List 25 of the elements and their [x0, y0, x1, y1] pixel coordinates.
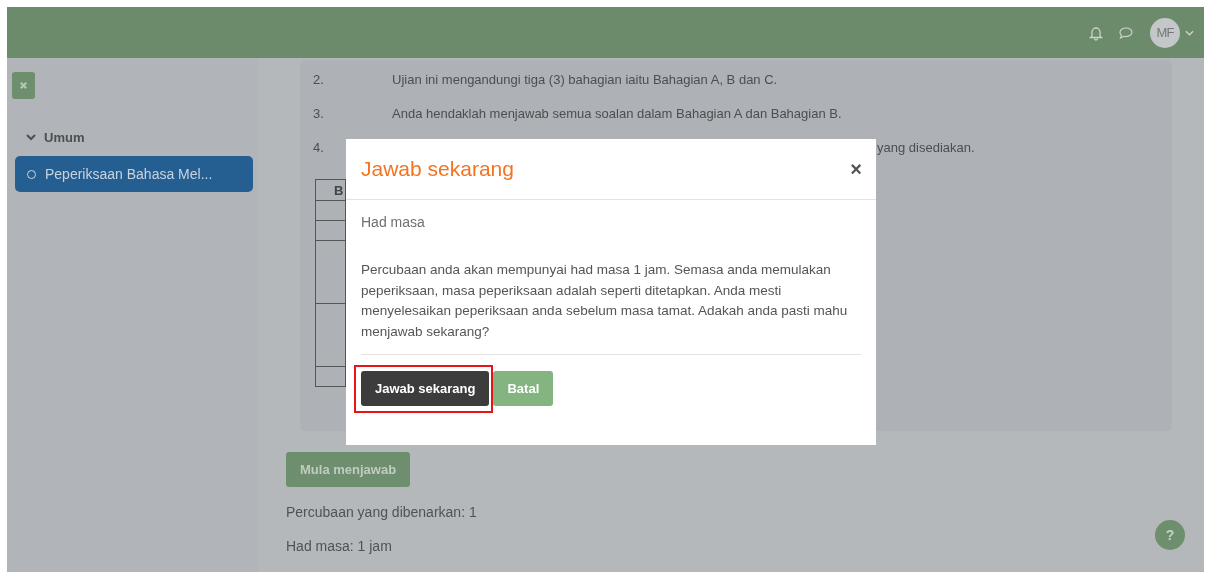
- close-icon: [19, 81, 28, 90]
- user-avatar[interactable]: MF: [1150, 17, 1180, 48]
- chevron-icon[interactable]: [26, 132, 36, 142]
- sidebar-item[interactable]: Peperiksaan Bahasa Mel...: [15, 156, 253, 192]
- start-button[interactable]: Mula menjawab: [286, 452, 411, 487]
- chat-bubble-icon[interactable]: [1118, 24, 1134, 41]
- instruction-text: yang disediakan.: [877, 140, 975, 157]
- modal-subtitle: Had masa: [361, 214, 426, 230]
- table-header: B: [315, 179, 346, 201]
- modal-title: Jawab sekarang: [361, 157, 514, 181]
- bell-icon[interactable]: [1088, 24, 1104, 41]
- modal-message: Percubaan anda akan mempunyai had masa 1 jam. Semasa anda memulakan peperiksaan, masa peperiksaan adalah seperti ditetapkan. Anda mesti menyelesaikan peperiksaan anda sebelum masa tamat. Adakah anda pasti mahu menjawab sekarang?: [361, 261, 849, 341]
- help-button[interactable]: ?: [1155, 520, 1185, 550]
- list-number: 3.: [313, 106, 325, 123]
- caret-icon[interactable]: [1185, 29, 1194, 36]
- time-limit-text: Had masa: 1 jam: [286, 538, 393, 555]
- attempts-text: Percubaan yang dibenarkan: 1: [286, 504, 478, 521]
- instruction-text: Ujian ini mengandungi tiga (3) bahagian iaitu Bahagian A, B dan C.: [392, 72, 778, 89]
- close-button[interactable]: ×: [850, 159, 862, 179]
- instruction-text: Anda hendaklah menjawab semua soalan dalam Bahagian A dan Bahagian B.: [392, 106, 842, 123]
- close-drawer-button[interactable]: [12, 72, 35, 99]
- confirm-button[interactable]: Jawab sekarang: [361, 371, 490, 406]
- section-title[interactable]: Umum: [44, 129, 85, 145]
- list-number: 2.: [313, 72, 325, 89]
- cancel-button[interactable]: Batal: [493, 371, 554, 406]
